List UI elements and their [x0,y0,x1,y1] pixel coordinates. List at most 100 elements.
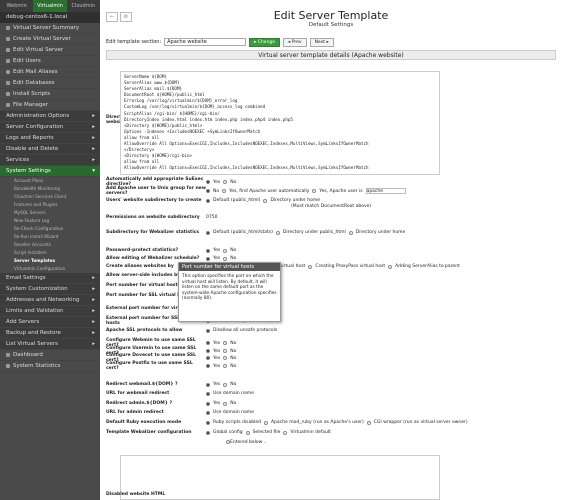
radio-button[interactable] [275,230,280,235]
sidebar-category[interactable]: List Virtual Servers ▸ [0,339,100,350]
radio-button[interactable] [206,356,210,360]
sidebar-category[interactable]: System Customization ▸ [0,284,100,295]
sidebar-item[interactable]: Dashboard [0,350,100,361]
setting-row: URL for admin redirect Use domain name [106,410,556,415]
radio-button[interactable] [206,410,210,415]
sidebar-subitem[interactable]: MySQL Servers [0,209,100,217]
sidebar-category[interactable]: Logs and Reports ▸ [0,133,100,144]
radio-button[interactable] [206,420,210,425]
sidebar-subitem[interactable]: Script Installers [0,249,100,257]
radio-button[interactable] [206,248,210,253]
radio-button[interactable] [206,198,210,203]
radio-button[interactable] [206,401,210,406]
radio-button[interactable] [206,430,210,435]
sidebar-item[interactable]: Edit Mail Aliases [0,67,100,78]
sidebar-item[interactable]: File Manager [0,100,100,111]
sidebar-category[interactable]: Administration Options ▸ [0,111,100,122]
tab-virtualmin[interactable]: Virtualmin [33,0,67,12]
disabled-html-row: Disabled website HTML [106,492,556,497]
sidebar-item[interactable]: Create Virtual Server [0,34,100,45]
section-select[interactable]: Apache website [164,38,247,46]
radio-button[interactable] [206,180,210,184]
sidebar-category[interactable]: Server Configuration ▸ [0,122,100,133]
sidebar-category[interactable]: Addresses and Networking ▸ [0,295,100,306]
radio-button[interactable] [206,256,210,261]
sidebar-category[interactable]: Email Settings ▸ [0,273,100,284]
radio-button[interactable] [223,356,228,360]
setting-label: Subdirectory for Webalizer statistics [106,230,200,235]
sidebar-item-label: Install Scripts [13,90,51,97]
help-tooltip: Port number for virtual hosts This optio… [178,262,281,322]
prev-button[interactable]: ◂ Prev [283,37,307,47]
radio-label: No [230,256,237,261]
radio-button[interactable] [206,391,210,396]
sidebar-category-system-settings[interactable]: System Settings ▾ [0,166,100,177]
setting-value: Yes No [206,361,556,371]
chevron-icon: ▸ [92,318,95,325]
radio-button[interactable] [206,328,210,333]
radio-button[interactable] [206,382,210,387]
sidebar-subitem[interactable]: Reseller Accounts [0,241,100,249]
radio-button[interactable] [223,364,228,368]
host-selector[interactable]: debug-centos6-1.local [0,12,100,23]
sidebar-category[interactable]: Services ▸ [0,155,100,166]
sidebar-item[interactable]: Edit Databases [0,78,100,89]
sidebar-subitem[interactable]: Cloudmin Services Client [0,193,100,201]
radio-button[interactable] [206,230,210,235]
sidebar-category[interactable]: Disable and Delete ▸ [0,144,100,155]
radio-button[interactable] [206,189,210,193]
radio-button[interactable] [206,364,210,368]
radio-button[interactable] [222,189,227,193]
radio-button[interactable] [223,341,228,345]
sidebar-item[interactable]: Edit Virtual Server [0,45,100,56]
sidebar-subitem[interactable]: New Feature Log [0,217,100,225]
sidebar-item[interactable]: Virtual Server Summary [0,23,100,34]
radio-label: Yes [213,401,221,406]
radio-button[interactable] [348,230,353,235]
sidebar-category[interactable]: Backup and Restore ▸ [0,328,100,339]
disabled-html-label: Disabled website HTML [106,492,166,497]
radio-button[interactable] [366,420,371,425]
directives-textarea[interactable]: ServerName ${DOM} ServerAlias www.${DOM}… [120,71,440,175]
radio-button[interactable] [223,401,228,406]
radio-button[interactable] [283,430,288,435]
sidebar-category[interactable]: Add Servers ▸ [0,317,100,328]
radio-label: No [230,248,237,253]
back-icon[interactable]: ← [106,12,118,22]
sidebar-item[interactable]: System Statistics [0,361,100,372]
radio-label: Selected file [252,430,281,435]
sidebar-subitem[interactable]: Account Plans [0,177,100,185]
radio-button[interactable] [308,264,313,269]
sidebar-item[interactable]: Install Scripts [0,89,100,100]
radio-button[interactable] [263,420,268,425]
setting-label: Password-protect statistics? [106,248,179,253]
category-label: Administration Options [6,112,70,119]
sidebar-subitem[interactable]: Bandwidth Monitoring [0,185,100,193]
value-text: 0750 [206,215,218,220]
setting-value: Yes No [206,382,556,387]
sidebar-subitem[interactable]: Features and Plugins [0,201,100,209]
radio-button[interactable] [223,248,228,253]
sidebar-subitem[interactable]: Re-Run Install Wizard [0,233,100,241]
tab-webmin[interactable]: Webmin [0,0,34,12]
category-label: Email Settings [6,274,46,281]
text-input[interactable]: apache [365,188,406,194]
sidebar-category[interactable]: Limits and Validation ▸ [0,306,100,317]
radio-button[interactable] [206,341,210,345]
radio-button[interactable] [388,264,393,269]
sidebar-subitem[interactable]: Server Templates [0,257,100,265]
radio-button[interactable] [312,189,317,193]
settings-icon[interactable]: ⚙ [120,12,132,22]
setting-row: Redirect webmail.${DOM} ? Yes No [106,382,556,387]
sidebar-subitem[interactable]: Re-Check Configuration [0,225,100,233]
sidebar-item[interactable]: Edit Users [0,56,100,67]
radio-button[interactable] [223,180,228,184]
next-button[interactable]: Next ▸ [309,37,334,47]
radio-button[interactable] [245,430,250,435]
radio-button[interactable] [263,198,268,203]
page-header: ← ⚙ Edit Server Template Default Settings [100,0,562,36]
change-button[interactable]: ▸ Change [249,37,281,47]
tab-cloudmin[interactable]: Cloudmin [66,0,100,12]
radio-button[interactable] [223,382,228,387]
radio-button[interactable] [223,256,228,261]
